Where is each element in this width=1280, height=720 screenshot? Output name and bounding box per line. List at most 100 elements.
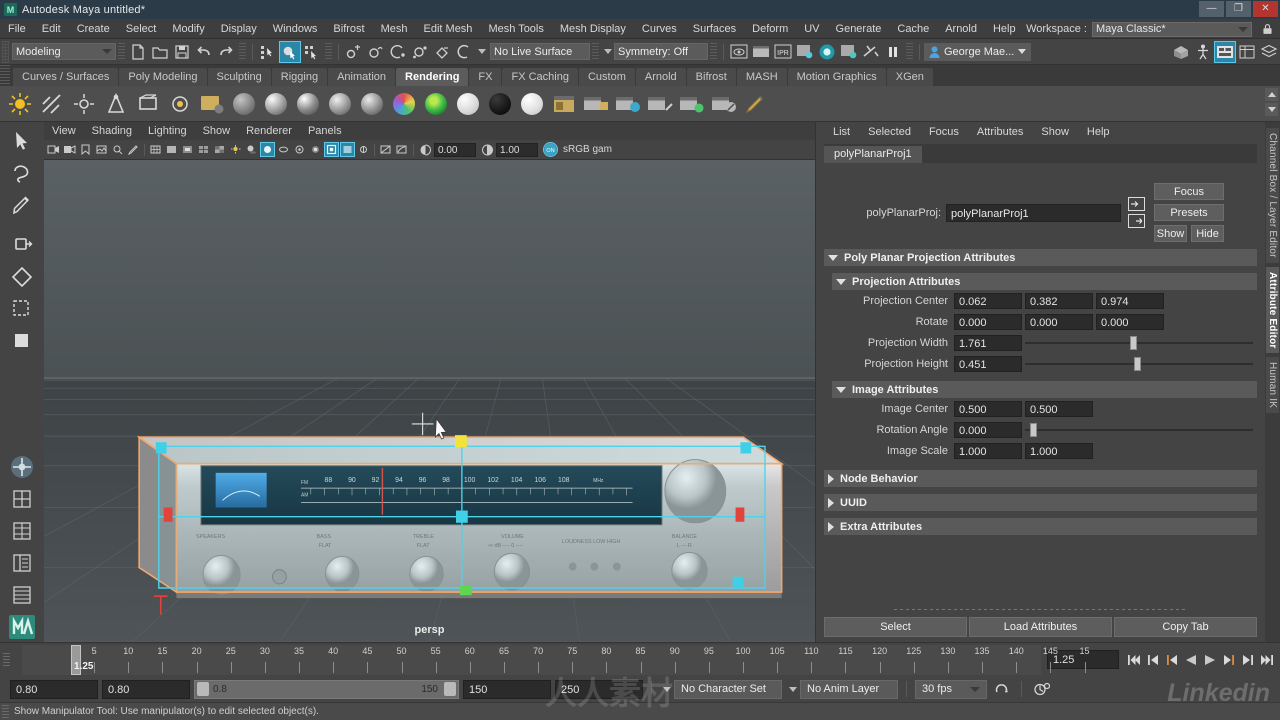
shelf-scroll-controls[interactable] [1265,88,1278,116]
grease-pencil-icon[interactable] [126,142,141,157]
menu-item-cache[interactable]: Cache [889,19,937,39]
anim-layer-chevron-icon[interactable] [789,686,797,692]
paint-select-tool-icon[interactable] [7,190,37,220]
rotation-angle-slider[interactable] [1025,422,1253,438]
show-hide-render-view-icon[interactable] [728,41,750,63]
undo-button[interactable] [193,41,215,63]
gamma-icon[interactable] [480,142,495,157]
ae-menu-selected[interactable]: Selected [859,126,920,138]
play-forwards-button[interactable] [1201,650,1219,670]
last-tool-icon[interactable] [7,326,37,356]
projection-height-field[interactable]: 0.451 [954,356,1022,372]
menu-item-select[interactable]: Select [118,19,165,39]
menuset-dropdown[interactable]: Modeling [12,43,116,60]
create-render-node-icon[interactable] [581,89,611,119]
open-attribute-editor-icon[interactable] [1214,40,1236,63]
directional-light-icon[interactable] [37,89,67,119]
step-forward-frame-button[interactable] [1220,650,1238,670]
rotation-angle-field[interactable]: 0.000 [954,422,1022,438]
step-back-key-button[interactable] [1144,650,1162,670]
area-light-icon[interactable] [133,89,163,119]
snap-uv-icon[interactable] [453,41,475,63]
show-button[interactable]: Show [1154,225,1187,242]
snap-point-icon[interactable] [387,41,409,63]
rotate-x-field[interactable]: 0.000 [954,314,1022,330]
maximize-button[interactable]: ❐ [1226,1,1251,17]
auto-key-button[interactable] [991,682,1013,696]
animation-start-field[interactable]: 0.80 [10,679,98,699]
screen-space-ao-icon[interactable] [260,142,275,157]
focus-button[interactable]: Focus [1154,183,1224,200]
output-connection-icon[interactable] [1128,214,1145,228]
render-view-icon[interactable] [613,89,643,119]
go-to-start-button[interactable] [1125,650,1143,670]
shelf-scroll-up-icon[interactable] [1265,88,1278,101]
shelf-tab-motion-graphics[interactable]: Motion Graphics [787,68,886,86]
image-scale-u-field[interactable]: 1.000 [954,443,1022,459]
ipr-render-icon[interactable]: IPR [772,41,794,63]
snap-curve-icon[interactable] [365,41,387,63]
use-all-lights-icon[interactable] [228,142,243,157]
gamma-value-field[interactable]: 1.00 [496,142,538,157]
projection-width-slider[interactable] [1025,335,1253,351]
menu-item-mesh-tools[interactable]: Mesh Tools [480,19,551,39]
rotate-tool-icon[interactable] [7,262,37,292]
toolbar-grip-handle[interactable] [2,40,9,63]
lock-icon[interactable] [1261,22,1274,36]
menu-item-deform[interactable]: Deform [744,19,796,39]
hide-button[interactable]: Hide [1191,225,1224,242]
shelf-tab-xgen[interactable]: XGen [886,68,933,86]
ae-menu-show[interactable]: Show [1032,126,1078,138]
camera-attributes-icon[interactable] [62,142,77,157]
shelf-scroll-down-icon[interactable] [1265,103,1278,116]
viewport-3d-canvas[interactable]: 88 90 92 94 96 98 100 102 104 106 108 MHz FM AM [44,160,815,642]
section-poly-planar-projection-attributes[interactable]: Poly Planar Projection Attributes [824,249,1257,266]
texture-2d-icon[interactable] [549,89,579,119]
menu-item-display[interactable]: Display [213,19,265,39]
live-surface-field[interactable]: No Live Surface [490,43,590,60]
ae-menu-list[interactable]: List [824,126,859,138]
open-hik-icon[interactable] [1192,41,1214,63]
image-plane-icon[interactable] [94,142,109,157]
slider-knob[interactable] [1134,357,1142,371]
snap-grid-icon[interactable] [343,41,365,63]
two-pane-layout-icon[interactable] [7,516,37,546]
multisample-aa-icon[interactable] [292,142,307,157]
xray-mode-icon[interactable] [340,142,355,157]
character-set-dropdown[interactable]: No Character Set [674,679,782,699]
character-set-chevron-icon[interactable] [663,686,671,692]
scale-tool-icon[interactable] [7,294,37,324]
image-center-u-field[interactable]: 0.500 [954,401,1022,417]
shadows-icon[interactable] [244,142,259,157]
ae-tab-polyplanarproj1[interactable]: polyPlanarProj1 [824,146,922,163]
select-button[interactable]: Select [824,617,967,637]
shelf-tab-fx-caching[interactable]: FX Caching [502,68,578,86]
smooth-shade-selected-icon[interactable] [180,142,195,157]
viewport-menu-renderer[interactable]: Renderer [238,122,300,140]
point-light-icon[interactable] [69,89,99,119]
playback-start-field[interactable]: 0.80 [102,679,190,699]
color-management-toggle-icon[interactable]: ON [543,142,558,157]
load-attributes-button[interactable]: Load Attributes [969,617,1112,637]
range-left-handle[interactable] [197,682,209,696]
batch-render-icon[interactable] [645,89,675,119]
projection-width-field[interactable]: 1.761 [954,335,1022,351]
range-slider-bar[interactable]: 0.8 150 [194,679,459,699]
phong-material-icon[interactable] [293,89,323,119]
render-globals-icon[interactable] [197,89,227,119]
shelf-tab-poly-modeling[interactable]: Poly Modeling [119,68,207,86]
input-connection-icon[interactable] [1128,197,1145,211]
arnold-render-icon[interactable] [816,41,838,63]
snap-projected-icon[interactable] [409,41,431,63]
redo-button[interactable] [215,41,237,63]
menu-item-bifrost[interactable]: Bifrost [325,19,372,39]
menu-item-surfaces[interactable]: Surfaces [685,19,744,39]
go-to-end-button[interactable] [1258,650,1276,670]
anisotropic-material-icon[interactable] [357,89,387,119]
section-image-attributes[interactable]: Image Attributes [832,381,1257,398]
render-settings-icon[interactable] [794,41,816,63]
image-scale-v-field[interactable]: 1.000 [1025,443,1093,459]
new-scene-button[interactable] [127,41,149,63]
exposure-value-field[interactable]: 0.00 [434,142,476,157]
section-node-behavior[interactable]: Node Behavior [824,470,1257,487]
